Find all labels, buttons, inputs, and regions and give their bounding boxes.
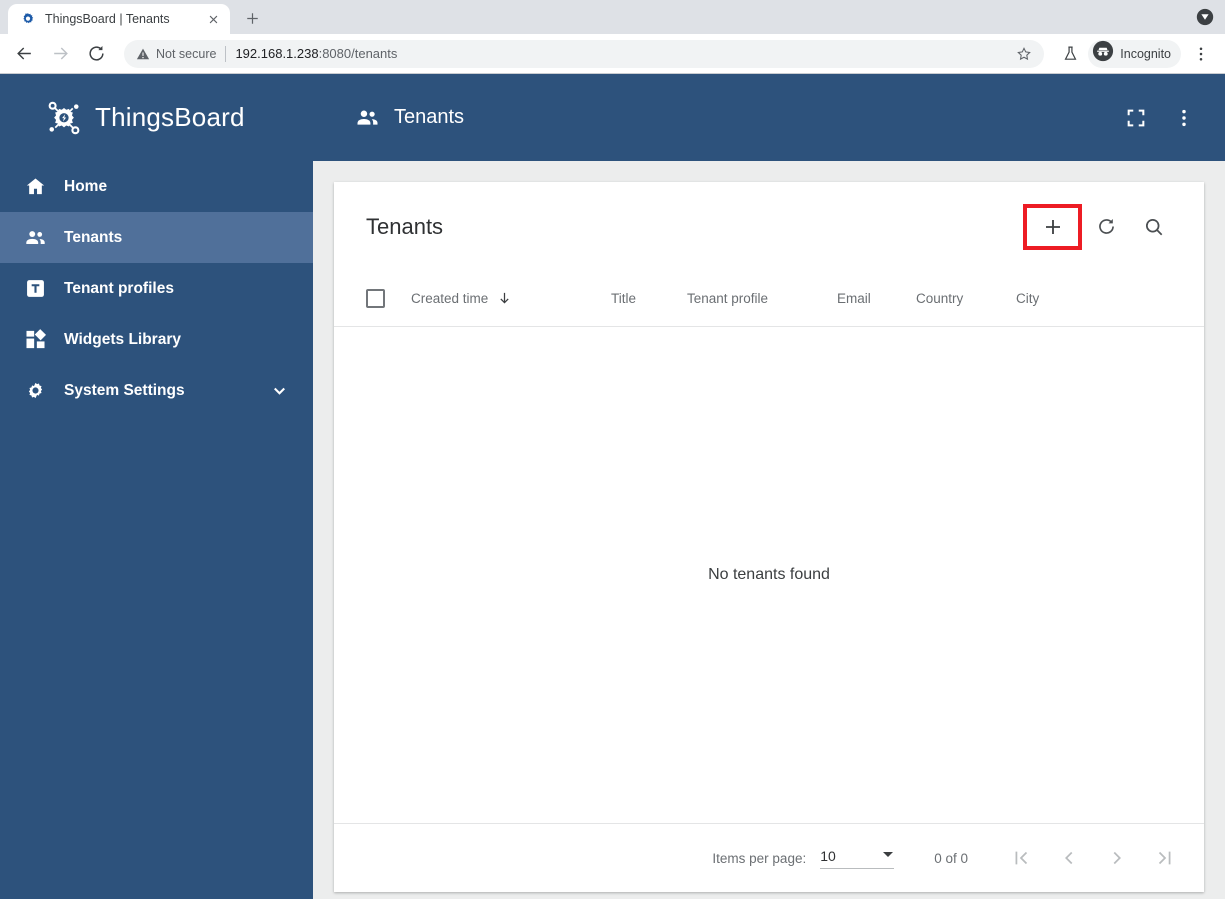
star-icon[interactable] (1016, 46, 1032, 62)
sidebar-item-tenant-profiles[interactable]: Tenant profiles (0, 263, 313, 314)
incognito-badge[interactable]: Incognito (1088, 39, 1181, 68)
dropdown-arrow-icon (882, 847, 894, 865)
sidebar-item-label: Tenant profiles (64, 279, 174, 297)
toolbar-actions (1123, 105, 1197, 131)
browser-tab-title: ThingsBoard | Tenants (45, 12, 170, 26)
widgets-icon (22, 327, 48, 353)
column-header-city[interactable]: City (1016, 291, 1039, 306)
sidebar-item-home[interactable]: Home (0, 161, 313, 212)
sidebar-item-tenants[interactable]: Tenants (0, 212, 313, 263)
card-header: Tenants (334, 182, 1204, 271)
main-content: Tenants Tenants Created time Title Tenan… (313, 74, 1225, 899)
sidebar-item-label: System Settings (64, 381, 185, 399)
people-icon (355, 105, 381, 131)
home-icon (22, 174, 48, 200)
page-body: Tenants Created time Title Tenant profil… (313, 161, 1225, 899)
thingsboard-logo-icon (43, 97, 85, 139)
column-header-created-time[interactable]: Created time (411, 291, 611, 306)
items-per-page-select[interactable]: 10 (820, 847, 895, 869)
three-dot-menu-icon[interactable] (1187, 40, 1215, 68)
app-toolbar: Tenants (313, 74, 1225, 161)
reload-icon[interactable] (82, 40, 110, 68)
not-secure-warning-icon (136, 47, 150, 61)
arrow-back-icon[interactable] (10, 40, 38, 68)
sidebar-logo[interactable]: ThingsBoard (0, 74, 313, 161)
application-root: ThingsBoard Home Tenants Tenant profiles… (0, 74, 1225, 899)
column-label: Created time (411, 291, 489, 306)
sidebar-item-label: Widgets Library (64, 330, 181, 348)
address-bar[interactable]: Not secure 192.168.1.238 :8080/tenants (124, 39, 1045, 68)
first-page-icon[interactable] (1008, 845, 1034, 871)
table-header-row: Created time Title Tenant profile Email … (334, 271, 1204, 327)
next-page-icon[interactable] (1104, 845, 1130, 871)
new-tab-button[interactable] (238, 4, 266, 32)
browser-tab[interactable]: ThingsBoard | Tenants (8, 4, 230, 34)
items-per-page-label: Items per page: (712, 850, 807, 866)
column-header-email[interactable]: Email (837, 291, 916, 306)
tenant-profile-icon (22, 276, 48, 302)
sidebar-item-label: Tenants (64, 228, 123, 246)
page-title: Tenants (394, 106, 465, 128)
chevron-down-icon[interactable] (270, 381, 289, 400)
gear-icon (22, 378, 48, 404)
url-path: :8080/tenants (318, 46, 398, 61)
incognito-hat-icon (1092, 40, 1114, 67)
sidebar-logo-text: ThingsBoard (95, 102, 245, 132)
last-page-icon[interactable] (1152, 845, 1178, 871)
search-button[interactable] (1130, 203, 1178, 251)
empty-state-message: No tenants found (708, 566, 830, 583)
card-actions (1023, 203, 1178, 251)
sidebar-item-system-settings[interactable]: System Settings (0, 365, 313, 416)
window-control-icon[interactable] (1193, 5, 1217, 29)
paginator-nav (1008, 845, 1178, 871)
paginator: Items per page: 10 0 of 0 (334, 824, 1204, 892)
page-range-label: 0 of 0 (934, 850, 968, 866)
refresh-button[interactable] (1082, 203, 1130, 251)
sidebar: ThingsBoard Home Tenants Tenant profiles… (0, 74, 313, 899)
close-icon[interactable] (204, 10, 222, 28)
browser-toolbar: Not secure 192.168.1.238 :8080/tenants I… (0, 34, 1225, 74)
omnibox-separator (225, 45, 227, 62)
security-status-text: Not secure (156, 46, 217, 61)
table-body: No tenants found (334, 327, 1204, 824)
thingsboard-gear-favicon (20, 11, 36, 27)
tenants-card: Tenants Created time Title Tenant profil… (334, 182, 1204, 892)
arrow-down-icon (497, 291, 512, 306)
card-title: Tenants (366, 213, 444, 239)
column-header-tenant-profile[interactable]: Tenant profile (687, 291, 837, 306)
people-icon (22, 225, 48, 251)
arrow-forward-icon (46, 40, 74, 68)
add-tenant-button[interactable] (1023, 203, 1082, 250)
three-dot-menu-icon[interactable] (1171, 105, 1197, 131)
items-per-page-value: 10 (820, 848, 836, 864)
fullscreen-icon[interactable] (1123, 105, 1149, 131)
column-header-country[interactable]: Country (916, 291, 1016, 306)
incognito-label: Incognito (1120, 46, 1171, 61)
flask-icon[interactable] (1056, 40, 1084, 68)
select-all-checkbox[interactable] (366, 289, 385, 308)
browser-tab-strip: ThingsBoard | Tenants (0, 0, 1225, 34)
prev-page-icon[interactable] (1056, 845, 1082, 871)
url-host: 192.168.1.238 (235, 46, 319, 61)
toolbar-title-group: Tenants (355, 105, 464, 131)
sidebar-item-widgets-library[interactable]: Widgets Library (0, 314, 313, 365)
column-header-title[interactable]: Title (611, 291, 687, 306)
sidebar-item-label: Home (64, 177, 108, 195)
